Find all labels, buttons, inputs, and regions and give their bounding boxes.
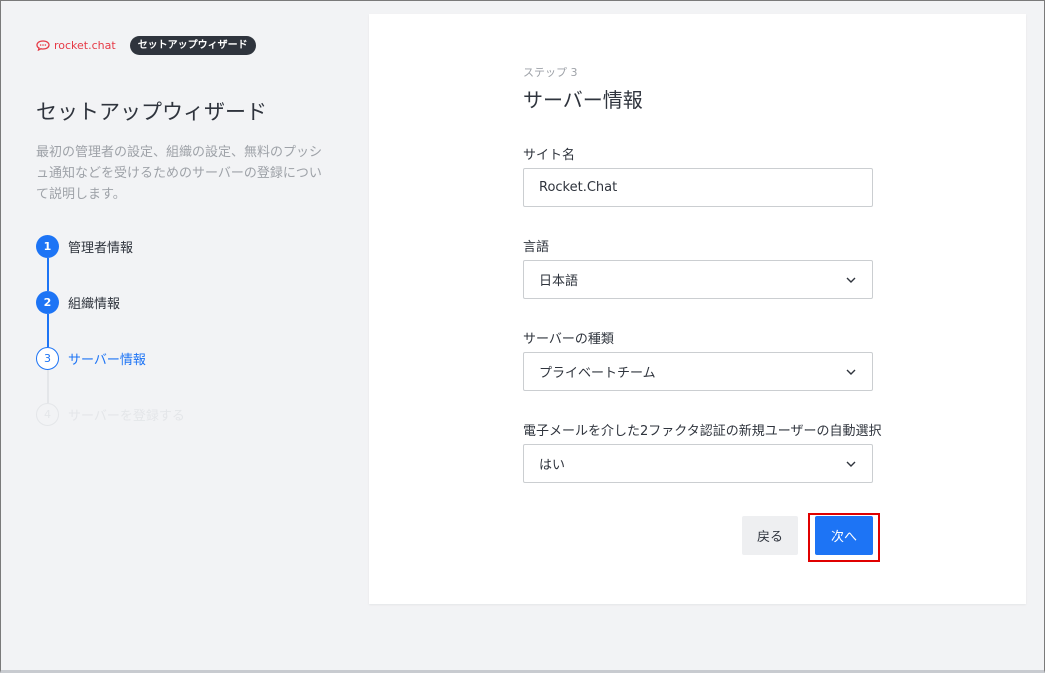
language-value: 日本語 bbox=[539, 274, 579, 289]
chevron-down-icon bbox=[845, 366, 857, 378]
next-button[interactable]: 次へ bbox=[815, 516, 873, 555]
step-label: サーバー情報 bbox=[68, 352, 146, 368]
form-card: ステップ 3 サーバー情報 サイト名 Rocket.Chat 言語 日本語 サー… bbox=[369, 14, 1026, 604]
server-type-value: プライベートチーム bbox=[539, 366, 656, 381]
server-type-label: サーバーの種類 bbox=[523, 332, 614, 347]
site-name-input[interactable]: Rocket.Chat bbox=[523, 168, 873, 207]
step-label: 組織情報 bbox=[68, 296, 121, 312]
form-title: サーバー情報 bbox=[523, 88, 643, 112]
step-connector bbox=[47, 314, 49, 347]
rocket-chat-logo-icon bbox=[36, 40, 50, 51]
wizard-title: セットアップウィザード bbox=[36, 100, 267, 124]
step-server-info: 3 サーバー情報 bbox=[36, 346, 146, 370]
logo-text: rocket.chat bbox=[54, 39, 116, 52]
chevron-down-icon bbox=[845, 274, 857, 286]
back-button[interactable]: 戻る bbox=[742, 516, 798, 555]
step-number: 1 bbox=[36, 234, 59, 258]
step-indicator: ステップ 3 bbox=[523, 66, 578, 79]
brand-header: rocket.chat セットアップウィザード bbox=[36, 36, 256, 55]
step-label: 管理者情報 bbox=[68, 240, 134, 256]
rocket-chat-logo: rocket.chat bbox=[36, 39, 116, 52]
step-number: 4 bbox=[36, 402, 59, 426]
language-label: 言語 bbox=[523, 240, 550, 255]
auto-2fa-label: 電子メールを介した2ファクタ認証の新規ユーザーの自動選択 bbox=[523, 424, 882, 439]
wizard-badge: セットアップウィザード bbox=[129, 36, 256, 55]
auto-2fa-select[interactable]: はい bbox=[523, 444, 873, 483]
step-register-server: 4 サーバーを登録する bbox=[36, 402, 185, 426]
site-name-value: Rocket.Chat bbox=[539, 180, 618, 195]
auto-2fa-value: はい bbox=[539, 458, 566, 473]
step-number: 3 bbox=[36, 346, 59, 370]
step-number: 2 bbox=[36, 290, 59, 314]
step-connector bbox=[47, 370, 49, 403]
site-name-label: サイト名 bbox=[523, 148, 576, 163]
step-organization-info: 2 組織情報 bbox=[36, 290, 120, 314]
step-connector bbox=[47, 258, 49, 291]
step-label: サーバーを登録する bbox=[68, 408, 185, 424]
language-select[interactable]: 日本語 bbox=[523, 260, 873, 299]
step-admin-info: 1 管理者情報 bbox=[36, 234, 133, 258]
wizard-description: 最初の管理者の設定、組織の設定、無料のプッシュ通知などを受けるためのサーバーの登… bbox=[36, 145, 323, 202]
server-type-select[interactable]: プライベートチーム bbox=[523, 352, 873, 391]
chevron-down-icon bbox=[845, 458, 857, 470]
